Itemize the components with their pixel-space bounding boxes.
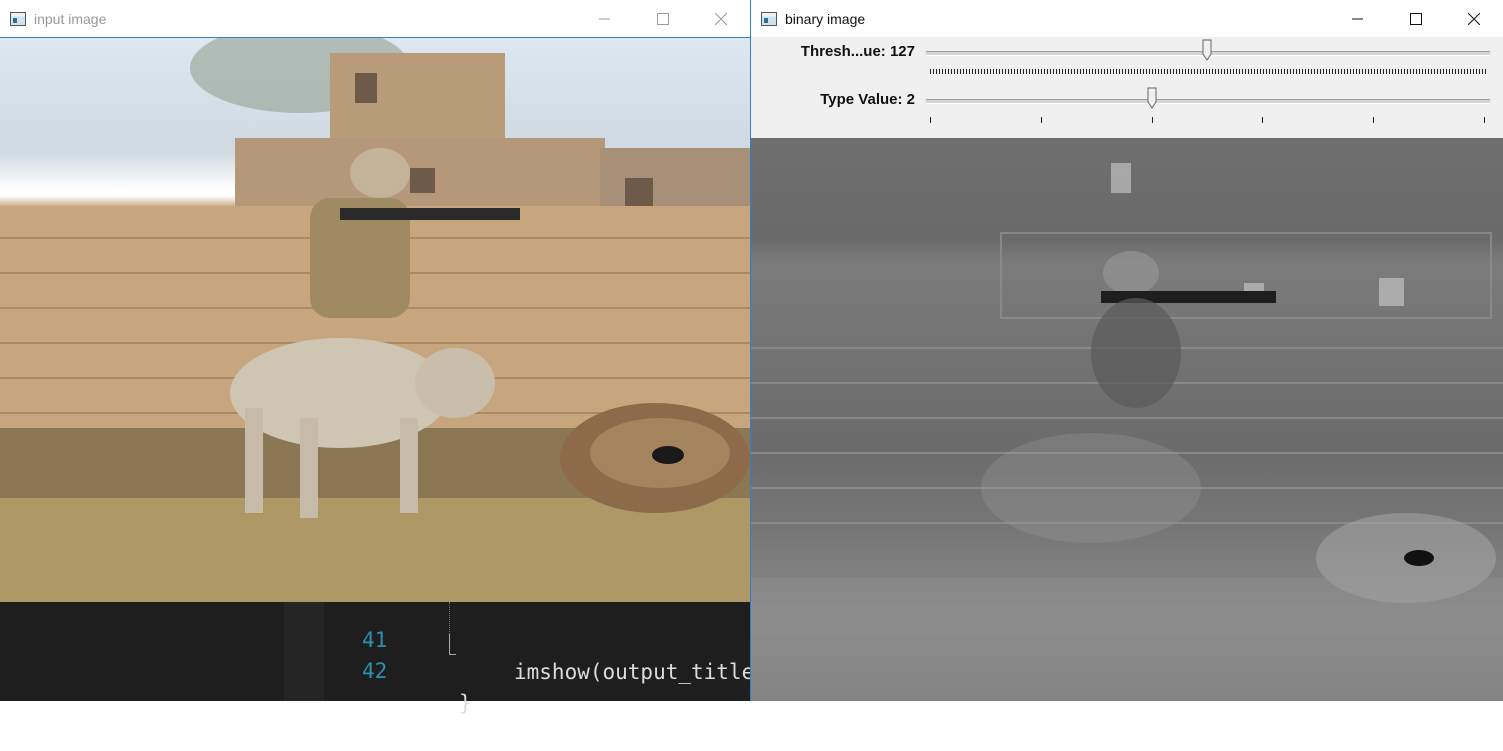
code-line[interactable]: 41 imshow(output_title — [324, 592, 754, 684]
minimize-icon — [1352, 18, 1363, 19]
input-window-titlebar[interactable]: input image — [0, 0, 750, 37]
minimize-button[interactable] — [1329, 0, 1387, 37]
code-line[interactable]: 42 } — [324, 623, 750, 715]
trackbar-panel: Thresh...ue: 127 Type Value: 2 — [751, 37, 1503, 138]
maximize-button[interactable] — [1387, 0, 1445, 37]
type-tick — [1040, 117, 1042, 123]
input-photo — [0, 37, 750, 602]
photo-illustration — [0, 38, 750, 602]
binary-image-window: binary image Thresh...ue: 127 Type Value… — [750, 0, 1503, 701]
minimize-button[interactable] — [576, 0, 634, 37]
type-tick — [1151, 117, 1153, 123]
editor-gutter — [284, 602, 324, 701]
threshold-label: Thresh...ue: 127 — [800, 43, 915, 60]
binary-output-image — [751, 138, 1503, 701]
maximize-icon — [1410, 12, 1422, 25]
brace-guide — [449, 634, 456, 655]
close-icon — [715, 12, 727, 25]
type-ticks — [930, 117, 1486, 123]
threshold-trackbar[interactable]: Thresh...ue: 127 — [751, 39, 1503, 75]
minimize-icon — [599, 18, 610, 19]
code-text: } — [459, 691, 472, 715]
binary-illustration — [751, 163, 1503, 701]
type-label: Type Value: 2 — [820, 91, 915, 108]
binary-window-titlebar[interactable]: binary image — [751, 0, 1503, 37]
maximize-button[interactable] — [634, 0, 692, 37]
type-tick — [1484, 117, 1485, 123]
window-title: input image — [34, 10, 107, 27]
app-icon — [10, 11, 26, 26]
close-icon — [1468, 12, 1480, 25]
app-icon — [761, 11, 777, 26]
type-track[interactable] — [926, 99, 1490, 104]
maximize-icon — [657, 12, 669, 25]
type-tick — [930, 117, 931, 123]
threshold-ticks — [930, 69, 1486, 74]
type-tick — [1373, 117, 1375, 123]
close-button[interactable] — [1445, 0, 1503, 37]
line-number: 42 — [362, 659, 388, 683]
type-thumb[interactable] — [1147, 87, 1157, 109]
type-tick — [1262, 117, 1264, 123]
type-trackbar[interactable]: Type Value: 2 — [751, 87, 1503, 123]
code-text: imshow(output_title — [514, 660, 755, 684]
editor-lines[interactable]: 41 imshow(output_title 42 } — [324, 602, 754, 715]
close-button[interactable] — [692, 0, 750, 37]
code-editor[interactable]: 41 imshow(output_title 42 } — [0, 602, 754, 715]
threshold-thumb[interactable] — [1202, 39, 1212, 61]
editor-margin — [0, 602, 284, 701]
window-title: binary image — [785, 10, 866, 27]
